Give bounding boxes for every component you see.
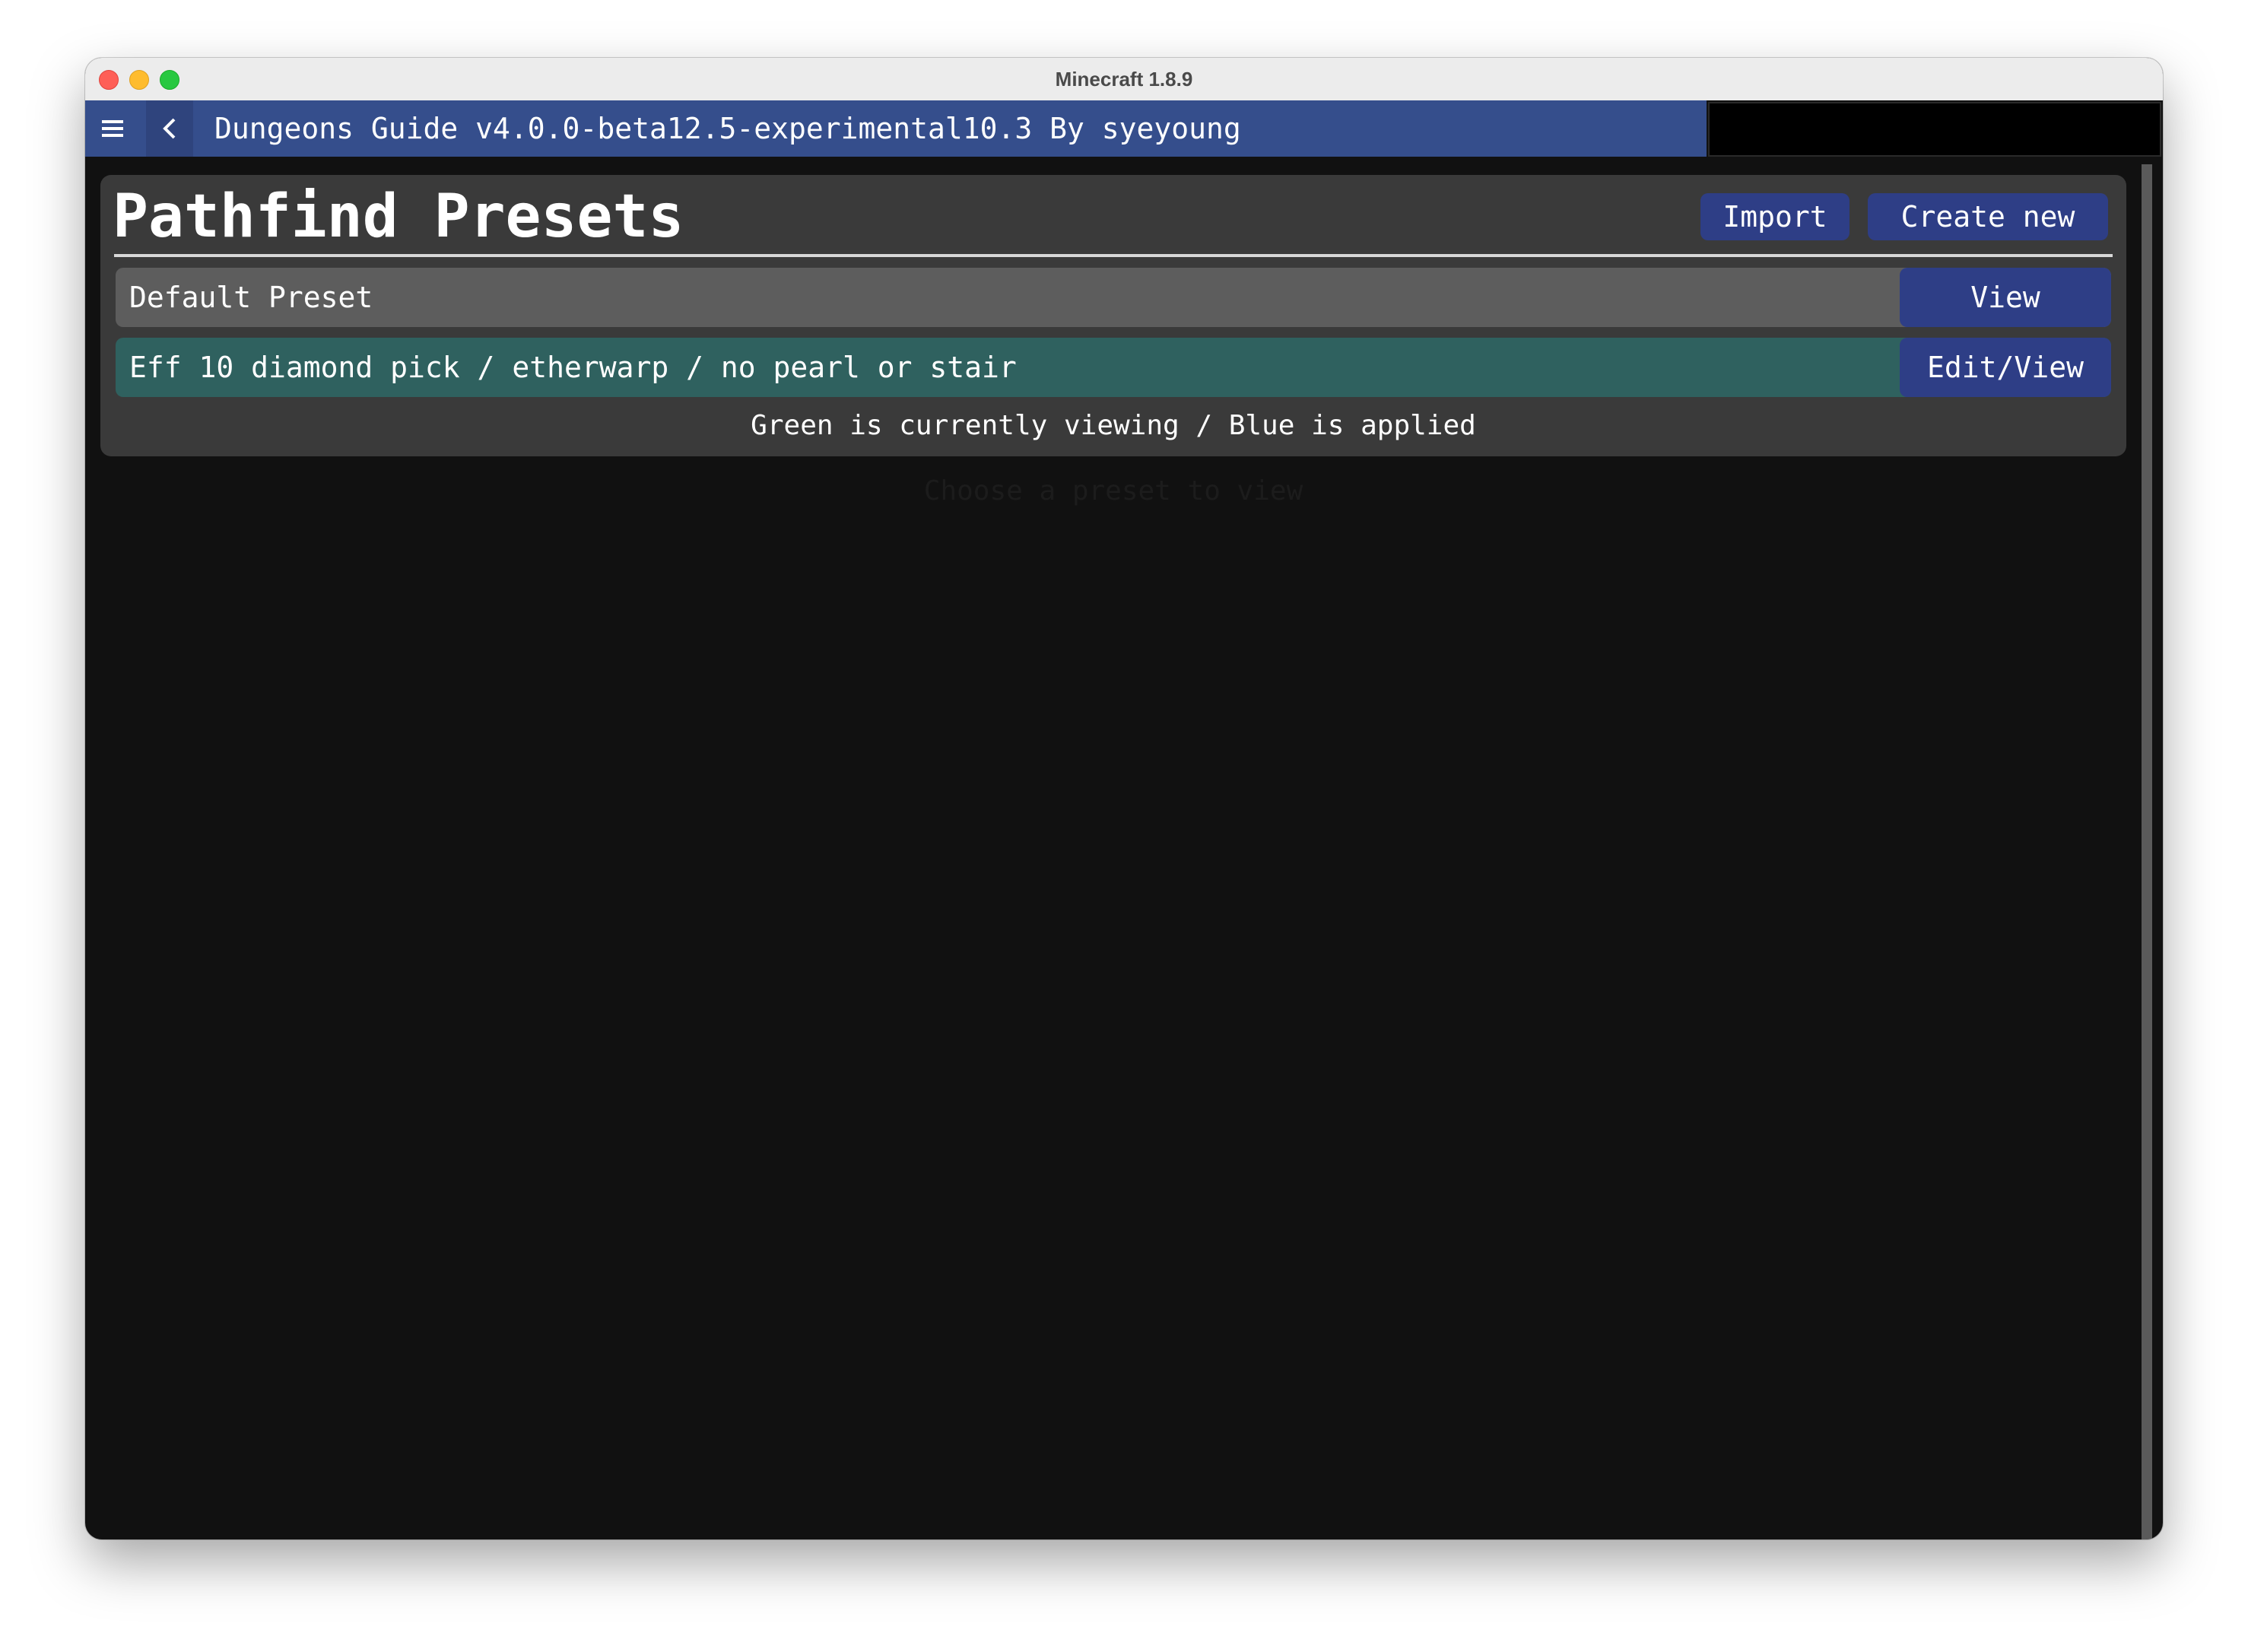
header-side-area: [1708, 102, 2161, 157]
back-icon[interactable]: [146, 100, 193, 157]
window-title: Minecraft 1.8.9: [1055, 68, 1193, 91]
create-new-button[interactable]: Create new: [1868, 193, 2108, 240]
app-header-bar: Dungeons Guide v4.0.0-beta12.5-experimen…: [85, 100, 1707, 157]
app-window: Minecraft 1.8.9 Dungeons Guide v4.0.0-be…: [85, 58, 2163, 1539]
edit-view-button[interactable]: Edit/View: [1900, 338, 2111, 397]
import-button[interactable]: Import: [1700, 193, 1850, 240]
app-title: Dungeons Guide v4.0.0-beta12.5-experimen…: [214, 112, 1241, 145]
title-divider: [114, 254, 2113, 257]
color-legend: Green is currently viewing / Blue is app…: [751, 410, 1476, 441]
preset-name: Default Preset: [129, 281, 373, 314]
desktop: Minecraft 1.8.9 Dungeons Guide v4.0.0-be…: [0, 0, 2248, 1652]
page-title: Pathfind Presets: [113, 183, 684, 251]
scrollbar[interactable]: [2142, 164, 2152, 1539]
pathfind-presets-panel: Pathfind Presets Import Create new Defau…: [100, 175, 2126, 456]
app-header: Dungeons Guide v4.0.0-beta12.5-experimen…: [85, 100, 2163, 157]
preset-row-default[interactable]: Default Preset View: [116, 268, 2111, 327]
empty-state-hint: Choose a preset to view: [923, 475, 1303, 507]
preset-name: Eff 10 diamond pick / etherwarp / no pea…: [129, 351, 1017, 384]
window-titlebar[interactable]: Minecraft 1.8.9: [85, 58, 2163, 101]
chevron-left-icon: [163, 118, 176, 139]
menu-icon[interactable]: [102, 120, 123, 137]
preset-row-eff10[interactable]: Eff 10 diamond pick / etherwarp / no pea…: [116, 338, 2111, 397]
view-button[interactable]: View: [1900, 268, 2111, 327]
